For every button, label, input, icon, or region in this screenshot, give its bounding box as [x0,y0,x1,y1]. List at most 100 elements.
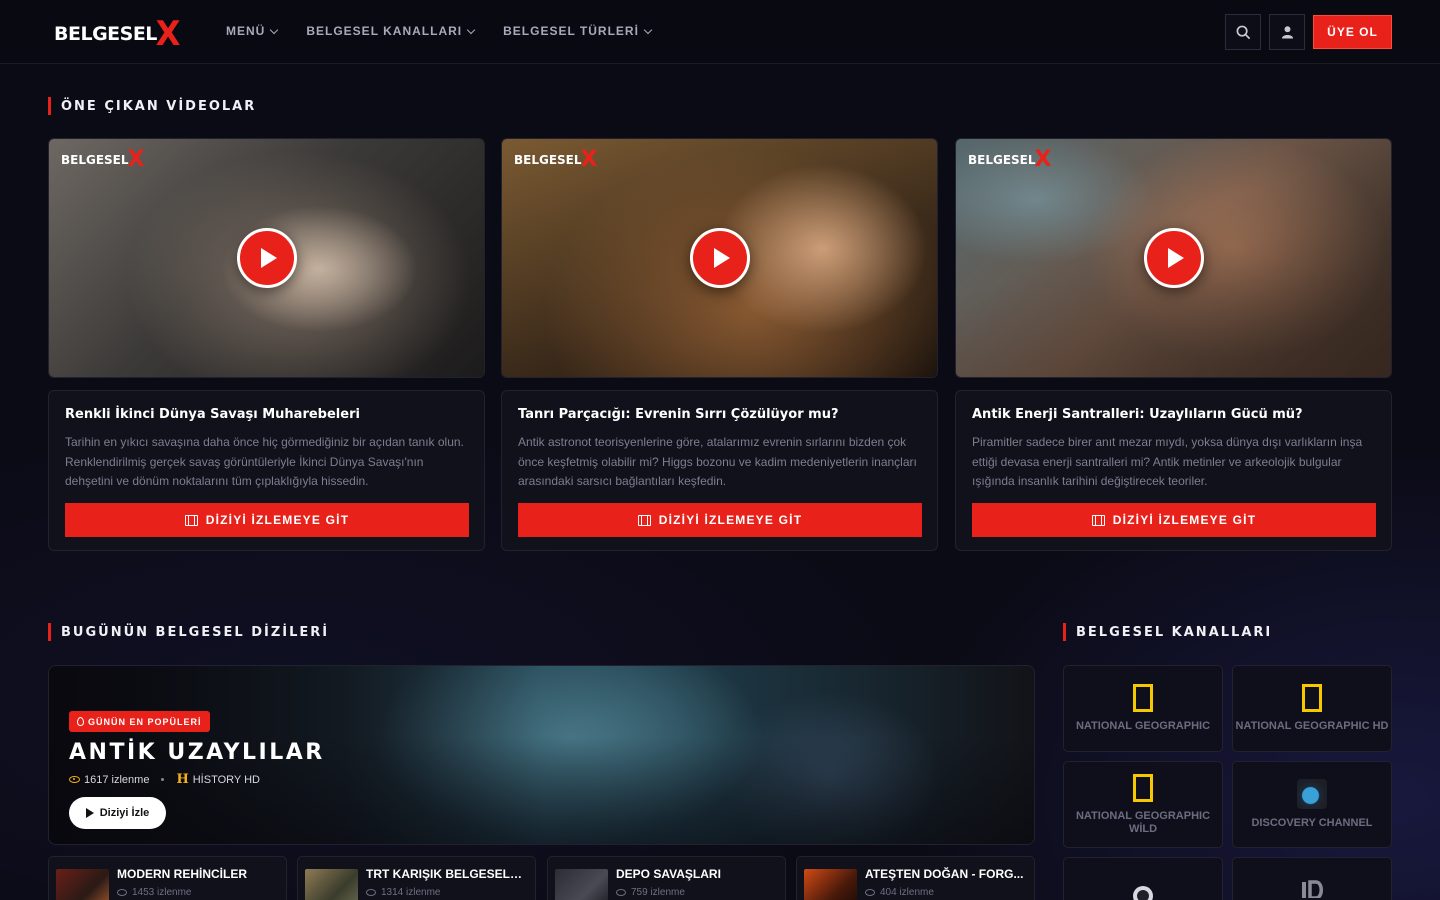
national-geographic-icon [1302,684,1322,712]
video-card: Antik Enerji Santralleri: Uzaylıların Gü… [955,390,1392,551]
series-thumbnail [804,869,857,900]
thumbnail-logo-text: BELGESEL [61,153,129,167]
series-item[interactable]: DEPO SAVAŞLARI 759 izlenme [547,856,786,900]
play-button[interactable] [690,228,750,288]
series-title: MODERN REHİNCİLER [117,867,248,881]
play-icon [714,248,730,268]
play-button[interactable] [237,228,297,288]
film-icon [1091,514,1105,526]
nav-genres[interactable]: BELGESEL TÜRLERİ [503,24,653,38]
play-icon [1168,248,1184,268]
series-thumbnail [56,869,109,900]
video-card-title[interactable]: Tanrı Parçacığı: Evrenin Sırrı Çözülüyor… [518,407,839,422]
hero-channel: HİSTORY HD [192,773,260,786]
channel-card[interactable]: NATIONAL GEOGRAPHIC [1063,665,1223,752]
section-accent-bar [48,623,51,641]
nav-menu[interactable]: MENÜ [226,24,279,38]
series-views: 404 izlenme [865,887,934,898]
watch-series-button[interactable]: DİZİYİ İZLEMEYE GİT [518,503,922,537]
eye-icon [69,776,80,783]
logo-x: X [155,14,181,54]
section-accent-bar [1063,623,1066,641]
thumbnail-logo: BELGESEL X [61,149,145,171]
video-thumbnail[interactable]: BELGESEL X [48,138,485,378]
video-card: Tanrı Parçacığı: Evrenin Sırrı Çözülüyor… [501,390,938,551]
watch-series-label: DİZİYİ İZLEMEYE GİT [658,513,803,527]
series-title: ATEŞTEN DOĞAN - FORG... [865,867,1024,881]
thumbnail-logo-x: X [1034,147,1052,172]
series-views-text: 404 izlenme [880,887,934,898]
channel-card[interactable] [1063,857,1223,900]
user-button[interactable] [1269,14,1305,50]
channel-card[interactable] [1232,857,1392,900]
channel-card[interactable]: NATIONAL GEOGRAPHIC WİLD [1063,761,1223,848]
popular-hero-banner[interactable]: GÜNÜN EN POPÜLERİ ANTİK UZAYLILAR 1617 i… [48,665,1035,845]
play-icon [261,248,277,268]
hero-title: ANTİK UZAYLILAR [69,740,325,765]
series-views-text: 1314 izlenme [381,887,441,898]
channel-card[interactable]: NATIONAL GEOGRAPHIC HD [1232,665,1392,752]
featured-title-text: ÖNE ÇIKAN VİDEOLAR [61,98,257,114]
channel-name: NATIONAL GEOGRAPHIC [1075,720,1211,732]
chevron-down-icon [466,25,476,34]
series-views-text: 1453 izlenme [132,887,192,898]
channel-card[interactable]: DISCOVERY CHANNEL [1232,761,1392,848]
popular-badge: GÜNÜN EN POPÜLERİ [69,711,210,732]
channel-name: DISCOVERY CHANNEL [1251,817,1373,829]
meta-separator [161,778,165,781]
thumbnail-logo: BELGESEL X [514,149,598,171]
video-thumbnail[interactable]: BELGESEL X [501,138,938,378]
video-card: Renkli İkinci Dünya Savaşı Muharebeleri … [48,390,485,551]
channels-title-text: BELGESEL KANALLARI [1076,624,1273,640]
id-channel-icon [1302,880,1323,898]
hero-meta: 1617 izlenme H HİSTORY HD [69,772,260,787]
main-nav: MENÜ BELGESEL KANALLARI BELGESEL TÜRLERİ [226,24,653,38]
eye-icon [117,889,127,896]
popular-badge-label: GÜNÜN EN POPÜLERİ [88,716,202,727]
series-item[interactable]: TRT KARIŞIK BELGESELLER 1314 izlenme [297,856,536,900]
series-thumbnail [305,869,358,900]
play-button[interactable] [1144,228,1204,288]
chevron-down-icon [270,25,279,34]
film-icon [184,514,198,526]
history-channel-icon: H [176,772,189,787]
series-views-text: 759 izlenme [631,887,685,898]
play-icon [85,808,94,818]
thumbnail-logo-x: X [127,147,145,172]
video-thumbnail[interactable]: BELGESEL X [955,138,1392,378]
series-item[interactable]: ATEŞTEN DOĞAN - FORG... 404 izlenme [796,856,1035,900]
discovery-icon [1297,779,1327,809]
eye-icon [616,889,626,896]
nav-channels[interactable]: BELGESEL KANALLARI [306,24,476,38]
video-card-title[interactable]: Antik Enerji Santralleri: Uzaylıların Gü… [972,407,1303,422]
video-card-title[interactable]: Renkli İkinci Dünya Savaşı Muharebeleri [65,407,360,422]
hero-views: 1617 izlenme [84,773,150,786]
nav-menu-label: MENÜ [226,24,266,38]
thumbnail-logo: BELGESEL X [968,149,1052,171]
today-section-title: BUGÜNÜN BELGESEL DİZİLERİ [48,623,329,641]
search-button[interactable] [1225,14,1261,50]
user-icon [1281,26,1293,39]
fire-icon [77,717,84,726]
series-title: TRT KARIŞIK BELGESELLER [366,867,528,881]
watch-series-label: DİZİYİ İZLEMEYE GİT [205,513,350,527]
thumbnail-logo-text: BELGESEL [968,153,1036,167]
site-logo[interactable]: BELGESEL X [54,14,181,54]
channel-name: NATIONAL GEOGRAPHIC HD [1235,720,1389,732]
signup-button[interactable]: ÜYE OL [1313,15,1392,49]
watch-series-hero-button[interactable]: Diziyi İzle [69,797,166,829]
watch-series-button[interactable]: DİZİYİ İZLEMEYE GİT [65,503,469,537]
section-accent-bar [48,97,51,115]
hero-button-label: Diziyi İzle [99,807,150,819]
featured-section-title: ÖNE ÇIKAN VİDEOLAR [48,97,256,115]
series-views: 759 izlenme [616,887,685,898]
channels-section-title: BELGESEL KANALLARI [1063,623,1272,641]
series-item[interactable]: MODERN REHİNCİLER 1453 izlenme [48,856,287,900]
video-card-description: Tarihin en yıkıcı savaşına daha önce hiç… [65,435,464,488]
search-icon [1236,25,1250,39]
watch-series-button[interactable]: DİZİYİ İZLEMEYE GİT [972,503,1376,537]
video-card-description: Antik astronot teorisyenlerine göre, ata… [518,435,917,488]
channel-name: NATIONAL GEOGRAPHIC WİLD [1075,809,1211,835]
site-header: BELGESEL X MENÜ BELGESEL KANALLARI BELGE… [0,0,1440,64]
logo-text: BELGESEL [54,23,157,45]
